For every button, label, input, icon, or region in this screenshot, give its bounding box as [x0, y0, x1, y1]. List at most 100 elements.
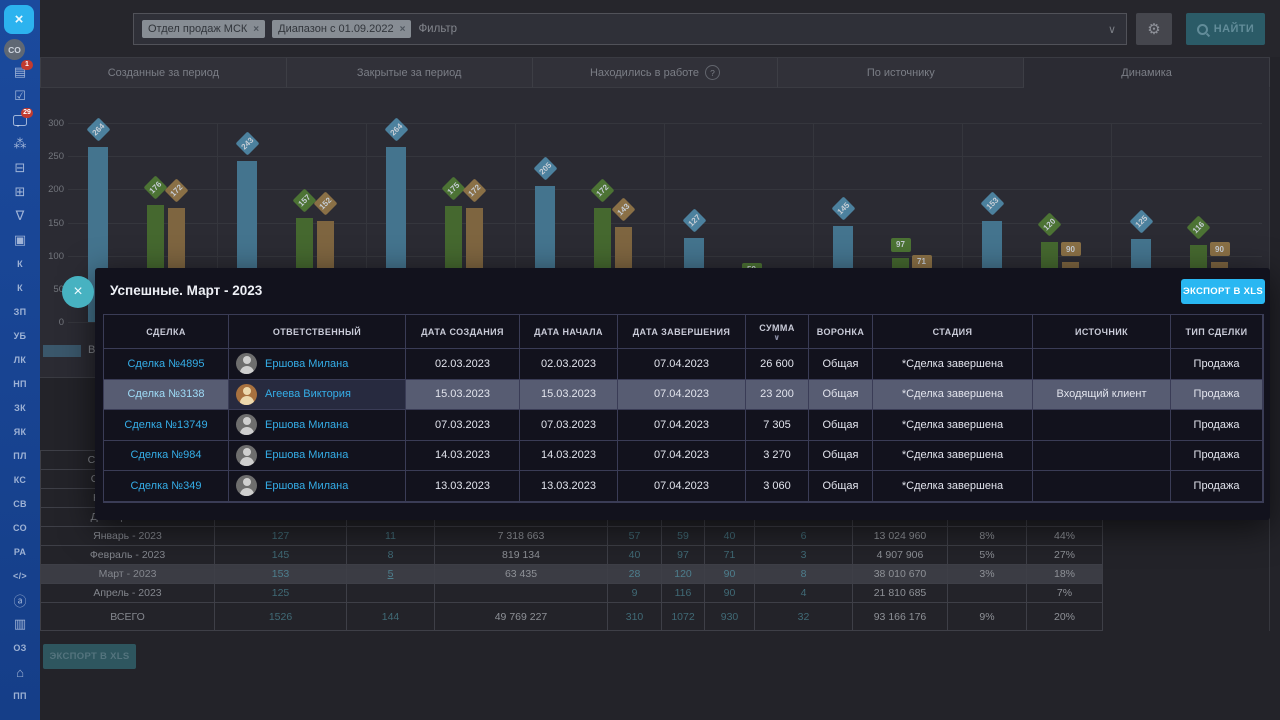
deal-row[interactable]: Сделка №349Ершова Милана13.03.202313.03.… — [104, 471, 1263, 502]
bar-value-label[interactable]: 127 — [682, 208, 706, 232]
sidebar-item-zk[interactable]: ЗК — [0, 396, 40, 420]
sidebar-item-np[interactable]: НП — [0, 372, 40, 396]
sidebar-item-tasks[interactable]: ☑ — [0, 84, 40, 108]
summary-link-cell[interactable]: 6 — [755, 527, 853, 545]
summary-link-cell[interactable]: 116 — [662, 584, 705, 602]
summary-link-cell[interactable]: 40 — [608, 546, 662, 564]
sidebar-item-so[interactable]: СО — [0, 516, 40, 540]
bar-value-label[interactable]: 152 — [313, 192, 337, 216]
bar-value-label[interactable]: 120 — [1037, 213, 1061, 237]
user-avatar[interactable]: CO — [4, 39, 25, 60]
sidebar-item-document-2[interactable]: ▥ — [0, 612, 40, 636]
summary-row[interactable]: Март - 2023153563 4352812090838 010 6703… — [40, 564, 1103, 583]
deal-row[interactable]: Сделка №4895Ершова Милана02.03.202302.03… — [104, 349, 1263, 380]
summary-link-cell[interactable]: 310 — [608, 603, 662, 630]
bar-value-label[interactable]: 71 — [912, 255, 932, 269]
filter-tag-range[interactable]: Диапазон с 01.09.2022 × — [272, 20, 411, 38]
bar-value-label[interactable]: 264 — [86, 117, 110, 141]
summary-link-cell[interactable]: 145 — [215, 546, 347, 564]
summary-link-cell[interactable]: 97 — [662, 546, 705, 564]
sidebar-item-funnel-filter[interactable]: ∇ — [0, 204, 40, 228]
bar-value-label[interactable]: 172 — [462, 178, 486, 202]
sidebar-item-zp[interactable]: ЗП — [0, 300, 40, 324]
deal-link[interactable]: Сделка №349 — [131, 480, 202, 492]
bar-value-label[interactable]: 116 — [1186, 216, 1210, 240]
chevron-down-icon[interactable]: ∨ — [1108, 23, 1116, 36]
sidebar-item-bank-home[interactable]: ⌂ — [0, 660, 40, 684]
bar-value-label[interactable]: 172 — [164, 178, 188, 202]
bar-value-label[interactable]: 243 — [235, 131, 259, 155]
sidebar-item-pp[interactable]: ПП — [0, 684, 40, 708]
summary-link-cell[interactable]: 57 — [608, 527, 662, 545]
sidebar-item-ra[interactable]: РА — [0, 540, 40, 564]
summary-link-cell[interactable]: 90 — [705, 565, 755, 583]
deal-link[interactable]: Сделка №984 — [131, 449, 202, 461]
bar-value-label[interactable]: 175 — [441, 176, 465, 200]
sidebar-item-android-app[interactable]: ⓐ — [0, 588, 40, 612]
deal-row[interactable]: Сделка №3138Агеева Виктория15.03.202315.… — [104, 380, 1263, 411]
responsible-link[interactable]: Агеева Виктория — [265, 388, 351, 400]
filter-input[interactable]: Отдел продаж МСК × Диапазон с 01.09.2022… — [133, 13, 1127, 45]
tab-2[interactable]: Закрытые за период — [287, 58, 533, 88]
sidebar-item-lk[interactable]: ЛК — [0, 348, 40, 372]
summary-link-cell[interactable]: 127 — [215, 527, 347, 545]
sidebar-item-documents[interactable]: ▤1 — [0, 60, 40, 84]
summary-link-cell[interactable]: 59 — [662, 527, 705, 545]
bar-value-label[interactable]: 145 — [831, 196, 855, 220]
summary-link-cell[interactable]: 11 — [347, 527, 435, 545]
summary-total-row[interactable]: ВСЕГО152614449 769 22731010729303293 166… — [40, 602, 1103, 631]
deal-row[interactable]: Сделка №13749Ершова Милана07.03.202307.0… — [104, 410, 1263, 441]
summary-link-cell[interactable]: 3 — [755, 546, 853, 564]
bar-value-label[interactable]: 205 — [533, 157, 557, 181]
summary-link-cell[interactable]: 120 — [662, 565, 705, 583]
bar-value-label[interactable]: 90 — [1061, 242, 1081, 256]
bar-value-label[interactable]: 143 — [611, 198, 635, 222]
summary-link-cell[interactable]: 1526 — [215, 603, 347, 630]
export-xls-button-modal[interactable]: ЭКСПОРТ В XLS — [1181, 279, 1265, 304]
responsible-link[interactable]: Ершова Милана — [265, 480, 348, 492]
responsible-link[interactable]: Ершова Милана — [265, 358, 348, 370]
bar-value-label[interactable]: 125 — [1129, 210, 1153, 234]
summary-link-cell[interactable]: 90 — [705, 584, 755, 602]
summary-link-cell[interactable]: 40 — [705, 527, 755, 545]
summary-link-cell[interactable]: 153 — [215, 565, 347, 583]
tab-3[interactable]: Находились в работе? — [533, 58, 779, 88]
sort-caret-icon[interactable]: ∨ — [774, 335, 781, 341]
deal-link[interactable]: Сделка №4895 — [127, 358, 204, 370]
summary-link-cell[interactable]: 8 — [347, 546, 435, 564]
sidebar-item-contacts-group[interactable]: ⁂ — [0, 132, 40, 156]
responsible-avatar[interactable] — [236, 475, 257, 496]
deal-link[interactable]: Сделка №3138 — [127, 388, 204, 400]
bar-value-label[interactable]: 176 — [143, 176, 167, 200]
responsible-avatar[interactable] — [236, 414, 257, 435]
summary-row[interactable]: Февраль - 20231458819 13440977134 907 90… — [40, 545, 1103, 564]
tab-1[interactable]: Созданные за период — [40, 58, 287, 88]
responsible-avatar[interactable] — [236, 353, 257, 374]
deal-link[interactable]: Сделка №13749 — [124, 419, 207, 431]
tab-4[interactable]: По источнику — [778, 58, 1024, 88]
bar-value-label[interactable]: 157 — [292, 188, 316, 212]
summary-link-cell[interactable]: 5 — [347, 565, 435, 583]
sidebar-close-button[interactable]: × — [4, 5, 34, 34]
summary-link-cell[interactable]: 32 — [755, 603, 853, 630]
sidebar-item-ub[interactable]: УБ — [0, 324, 40, 348]
sidebar-item-oz[interactable]: ОЗ — [0, 636, 40, 660]
summary-link-cell[interactable]: 9 — [608, 584, 662, 602]
bar-value-label[interactable]: 153 — [980, 191, 1004, 215]
sidebar-item-sv[interactable]: СВ — [0, 492, 40, 516]
summary-row[interactable]: Апрель - 2023125911690421 810 6857% — [40, 583, 1103, 602]
summary-link-cell[interactable]: 28 — [608, 565, 662, 583]
settings-button[interactable]: ⚙ — [1136, 13, 1172, 45]
bar-value-label[interactable]: 264 — [384, 117, 408, 141]
find-button[interactable]: НАЙТИ — [1186, 13, 1265, 45]
export-xls-button-bottom[interactable]: ЭКСПОРТ В XLS — [43, 644, 136, 669]
summary-row[interactable]: Январь - 2023127117 318 663575940613 024… — [40, 526, 1103, 545]
deal-row[interactable]: Сделка №984Ершова Милана14.03.202314.03.… — [104, 441, 1263, 472]
filter-tag-department[interactable]: Отдел продаж МСК × — [142, 20, 265, 38]
responsible-link[interactable]: Ершова Милана — [265, 449, 348, 461]
sidebar-item-k-2[interactable]: К — [0, 276, 40, 300]
summary-link-cell[interactable]: 4 — [755, 584, 853, 602]
tab-5[interactable]: Динамика — [1024, 58, 1270, 88]
sidebar-item-code[interactable]: </> — [0, 564, 40, 588]
sidebar-item-k-1[interactable]: К — [0, 252, 40, 276]
